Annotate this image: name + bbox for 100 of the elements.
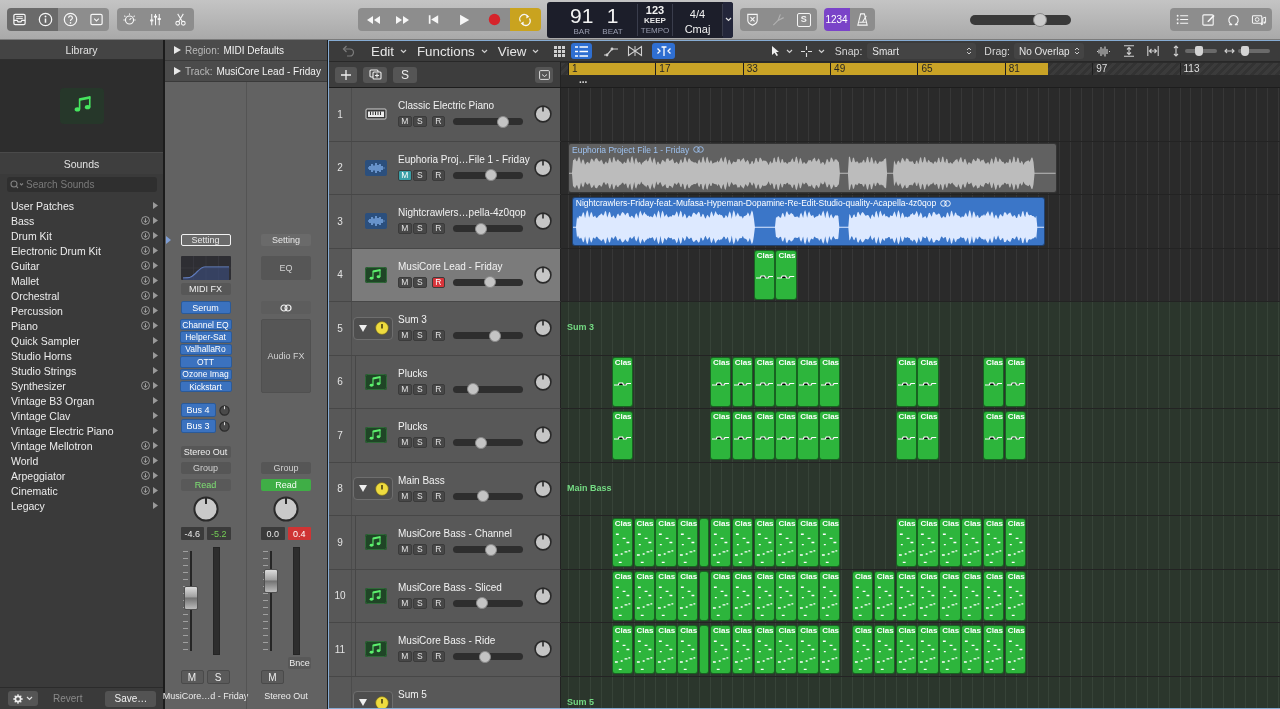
midi-region[interactable] (699, 571, 709, 621)
midi-region[interactable]: Clas (797, 571, 819, 621)
record-enable-button[interactable]: R (431, 597, 445, 609)
midi-region[interactable]: Clas (1004, 410, 1027, 460)
midi-region[interactable]: Clas (753, 571, 775, 621)
record-enable-button[interactable]: R (431, 276, 445, 288)
track-header[interactable]: Nightcrawlers…pella-4z0qop M S R (352, 195, 560, 248)
midi-region[interactable]: Clas (611, 624, 633, 674)
save-button[interactable]: Save… (105, 690, 157, 707)
solo-button[interactable]: S (413, 330, 427, 341)
midi-region[interactable]: Clas (1004, 357, 1027, 407)
track-header[interactable]: Plucks M S R (352, 409, 560, 462)
volume-slider[interactable] (453, 171, 523, 179)
midi-region[interactable]: Clas (775, 357, 797, 407)
midi-region[interactable]: Clas (731, 571, 754, 621)
pan-knob[interactable] (534, 426, 552, 444)
slider-thumb[interactable] (475, 222, 488, 235)
midi-region[interactable]: Clas (982, 357, 1005, 407)
category-item[interactable]: Vintage Electric Piano (0, 423, 163, 438)
pan-knob[interactable] (534, 212, 552, 230)
category-item[interactable]: User Patches (0, 198, 163, 213)
midi-region[interactable]: Clas (982, 517, 1005, 567)
grid-view-button[interactable] (551, 43, 568, 59)
midi-region[interactable]: Clas (939, 571, 961, 621)
volume-slider[interactable] (453, 439, 523, 446)
send-slot[interactable]: Bus 3 (180, 419, 216, 433)
record-enable-button[interactable]: R (431, 383, 445, 395)
midi-region[interactable]: Clas (819, 410, 841, 460)
fit-vertical-button[interactable] (1121, 43, 1137, 59)
midi-region[interactable]: Clas (633, 624, 655, 674)
menu-button[interactable]: Edit (371, 43, 407, 59)
midi-region[interactable]: Clas (753, 517, 775, 567)
pan-knob[interactable] (192, 496, 219, 522)
slider-thumb[interactable] (475, 436, 488, 449)
pan-knob[interactable] (534, 319, 552, 337)
flex-button[interactable] (625, 43, 645, 59)
midi-region[interactable]: Clas (917, 517, 939, 567)
record-enable-button[interactable]: R (431, 544, 445, 555)
record-enable-button[interactable]: R (431, 651, 445, 662)
audio-fx-slot[interactable]: Audio FX (261, 319, 311, 393)
midi-region[interactable]: Clas (917, 410, 939, 460)
slider-thumb[interactable] (1032, 12, 1047, 27)
midi-region[interactable]: Clas (709, 571, 732, 621)
midi-region[interactable]: Clas (851, 571, 874, 621)
menu-button[interactable]: Functions (416, 43, 488, 59)
group-slot[interactable]: Group (261, 462, 311, 474)
slider-thumb[interactable] (485, 543, 498, 556)
folder-toggle[interactable] (353, 316, 393, 340)
fader-handle[interactable] (264, 568, 278, 593)
slider-thumb[interactable] (477, 490, 490, 502)
mute-button[interactable]: M (398, 490, 412, 502)
menu-button[interactable]: View (497, 43, 540, 59)
midi-fx-slot[interactable]: MIDI FX (180, 283, 231, 295)
category-item[interactable]: Studio Horns (0, 348, 163, 363)
category-item[interactable]: Vintage Mellotron (0, 438, 163, 453)
midi-region[interactable]: Clas (611, 410, 633, 460)
mute-button[interactable]: M (398, 116, 412, 127)
volume-slider[interactable] (453, 278, 523, 286)
midi-region[interactable]: Clas (611, 517, 633, 567)
midi-region[interactable]: Clas (939, 517, 961, 567)
midi-region[interactable]: Clas (797, 357, 819, 407)
vertical-zoom-slider[interactable] (1185, 49, 1217, 53)
midi-region[interactable]: Clas (873, 571, 895, 621)
slider-thumb[interactable] (476, 597, 489, 609)
midi-region[interactable]: Clas (1004, 517, 1027, 567)
mute-button[interactable]: M (398, 169, 412, 181)
rewind-button[interactable] (357, 8, 388, 31)
midi-region[interactable]: Clas (731, 357, 754, 407)
send-knob[interactable] (218, 404, 230, 416)
midi-region[interactable]: Clas (797, 624, 819, 674)
midi-region[interactable]: Clas (1004, 571, 1027, 621)
volume-slider[interactable] (453, 546, 523, 553)
category-item[interactable]: Arpeggiator (0, 468, 163, 483)
editors-button[interactable] (168, 8, 194, 31)
category-item[interactable]: Piano (0, 318, 163, 333)
midi-region[interactable]: Clas (709, 357, 732, 407)
midi-region[interactable]: Clas (917, 571, 939, 621)
pan-knob[interactable] (534, 265, 552, 284)
midi-region[interactable]: Clas (775, 571, 797, 621)
midi-region[interactable]: Clas (775, 410, 797, 460)
pan-knob[interactable] (534, 158, 552, 177)
midi-region[interactable]: Clas (961, 624, 983, 674)
midi-region[interactable]: Clas (982, 571, 1005, 621)
category-item[interactable]: Vintage B3 Organ (0, 393, 163, 408)
record-enable-button[interactable]: R (431, 169, 445, 181)
pan-knob[interactable] (534, 105, 552, 123)
midi-region[interactable]: Clas (753, 410, 775, 460)
midi-region[interactable]: Clas (895, 571, 917, 621)
metronome-button[interactable] (849, 8, 875, 31)
midi-region[interactable] (699, 624, 709, 674)
midi-region[interactable]: Clas (709, 410, 732, 460)
lcd-display[interactable]: 91 BAR 1 BEAT 123 KEEP TEMPO 4/4 Cmaj (547, 1, 733, 38)
midi-region[interactable]: Clas (633, 571, 655, 621)
folder-toggle[interactable] (353, 477, 393, 501)
solo-button[interactable]: S (413, 223, 427, 234)
global-solo-button[interactable]: S (393, 66, 417, 83)
midi-region[interactable]: Clas (797, 517, 819, 567)
mute-button[interactable]: M (398, 276, 412, 288)
slider-thumb[interactable] (466, 383, 479, 395)
setting-button[interactable]: Setting (180, 234, 231, 246)
